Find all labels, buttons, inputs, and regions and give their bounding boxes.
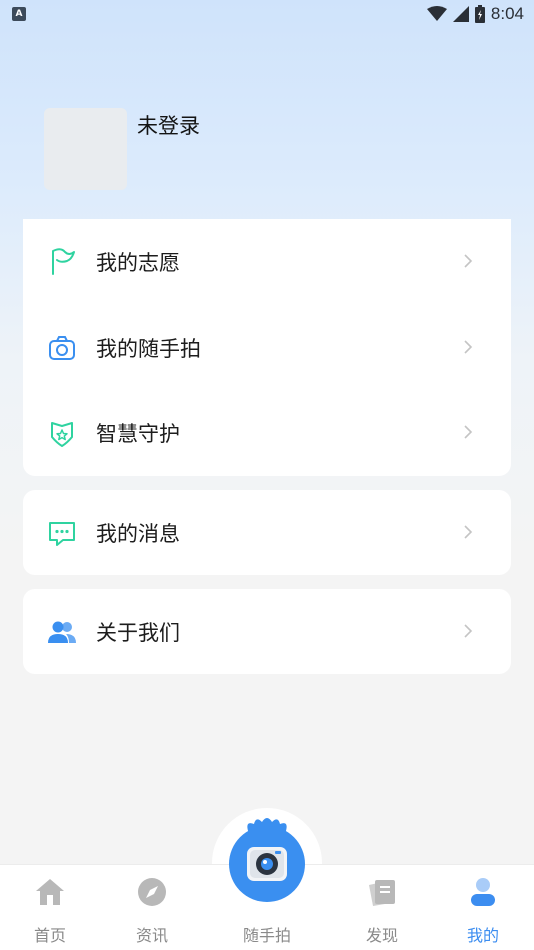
nav-tab-discover[interactable]: 发现 xyxy=(342,865,422,950)
nav-label: 首页 xyxy=(33,926,66,945)
menu-item-my-snapshot[interactable]: 我的随手拍 xyxy=(23,305,511,390)
menu-card-about: 关于我们 xyxy=(23,589,511,674)
avatar[interactable] xyxy=(44,108,127,190)
nav-label: 随手拍 xyxy=(242,926,291,945)
camera-icon xyxy=(49,336,75,360)
login-status-text[interactable]: 未登录 xyxy=(137,110,200,140)
wifi-icon xyxy=(426,6,447,21)
nav-tab-news[interactable]: 资讯 xyxy=(112,865,192,950)
discover-icon xyxy=(369,880,395,906)
chevron-right-icon xyxy=(464,525,473,539)
menu-item-about-us[interactable]: 关于我们 xyxy=(23,589,511,674)
battery-icon xyxy=(474,5,485,23)
nav-tab-home[interactable]: 首页 xyxy=(10,865,90,950)
group-icon xyxy=(48,621,76,643)
menu-card-primary: 我的志愿 我的随手拍 智慧守护 xyxy=(23,219,511,476)
flag-icon xyxy=(52,248,75,275)
camera-button-icon[interactable] xyxy=(222,814,312,904)
menu-item-label: 我的志愿 xyxy=(96,250,180,275)
message-icon xyxy=(49,522,75,546)
nav-label: 资讯 xyxy=(135,926,168,945)
nav-label: 发现 xyxy=(365,926,398,945)
status-icons: 8:04 xyxy=(426,3,524,25)
menu-item-label: 我的消息 xyxy=(96,521,180,546)
chevron-right-icon xyxy=(464,254,473,268)
nav-tab-mine[interactable]: 我的 xyxy=(443,865,523,950)
status-bar: A 8:04 xyxy=(0,0,534,28)
menu-item-smart-guard[interactable]: 智慧守护 xyxy=(23,390,511,475)
user-icon xyxy=(471,878,495,906)
menu-item-label: 我的随手拍 xyxy=(96,336,201,361)
menu-item-label: 关于我们 xyxy=(96,620,180,645)
chevron-right-icon xyxy=(464,624,473,638)
chevron-right-icon xyxy=(464,340,473,354)
chevron-right-icon xyxy=(464,425,473,439)
compass-icon xyxy=(138,878,166,906)
shield-star-icon xyxy=(51,422,73,447)
signal-icon xyxy=(452,6,469,22)
menu-item-label: 智慧守护 xyxy=(96,421,180,446)
app-notification-icon: A xyxy=(12,7,26,21)
nav-label: 我的 xyxy=(466,926,499,945)
home-icon xyxy=(36,879,64,905)
status-time: 8:04 xyxy=(490,4,524,23)
menu-item-my-volunteer[interactable]: 我的志愿 xyxy=(23,219,511,304)
menu-item-my-messages[interactable]: 我的消息 xyxy=(23,490,511,575)
menu-card-messages: 我的消息 xyxy=(23,490,511,575)
